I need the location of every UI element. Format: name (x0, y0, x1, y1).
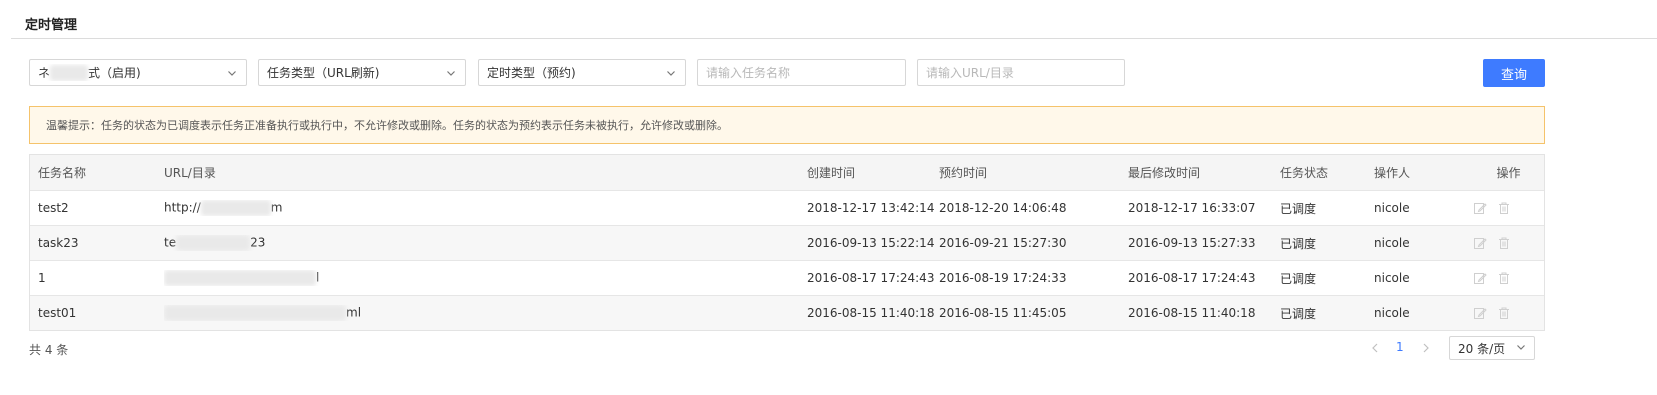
url-cell: ml (164, 305, 807, 321)
task-name-cell: 1 (38, 271, 46, 285)
chevron-left-icon[interactable] (1369, 341, 1381, 355)
table-header-row: 任务名称 URL/目录 创建时间 预约时间 最后修改时间 任务状态 操作人 操作 (30, 155, 1544, 190)
redacted-text (50, 65, 89, 82)
url-text-end: 23 (250, 235, 266, 250)
actions-cell (1473, 236, 1544, 250)
operator-cell: nicole (1374, 306, 1410, 320)
created-time-cell: 2016-09-13 15:22:14 (807, 236, 935, 250)
mode-select[interactable]: ネ 式（启用) (29, 59, 247, 86)
task-name-cell: test01 (38, 306, 77, 320)
created-time-cell: 2016-08-15 11:40:18 (807, 306, 935, 320)
redacted-text (176, 235, 251, 251)
tasks-table: 任务名称 URL/目录 创建时间 预约时间 最后修改时间 任务状态 操作人 操作… (29, 154, 1545, 331)
url-text-end: m (270, 200, 283, 215)
task-name-input[interactable] (706, 65, 897, 80)
chevron-down-icon (665, 67, 677, 79)
table-row: test2 http:// m 2018-12-17 13:42:14 2018-… (30, 190, 1544, 225)
column-header[interactable]: 预约时间 (939, 164, 1128, 181)
total-count: 共 4 条 (29, 343, 69, 357)
column-header[interactable]: 操作人 (1374, 164, 1473, 181)
page-number-current[interactable]: 1 (1396, 340, 1404, 354)
mode-select-value-right: 式（启用) (88, 65, 141, 80)
mode-select-value-left: ネ (38, 65, 51, 80)
table-row: 1 l 2016-08-17 17:24:43 2016-08-19 17:24… (30, 260, 1544, 295)
operator-cell: nicole (1374, 271, 1410, 285)
schedule-type-select[interactable]: 定时类型（预约) (478, 59, 686, 86)
notice-banner: 温馨提示：任务的状态为已调度表示任务正准备执行或执行中，不允许修改或删除。任务的… (29, 106, 1545, 144)
task-type-select[interactable]: 任务类型（URL刷新) (258, 59, 466, 86)
created-time-cell: 2016-08-17 17:24:43 (807, 271, 935, 285)
column-header[interactable]: 最后修改时间 (1128, 164, 1280, 181)
modified-time-cell: 2016-09-13 15:27:33 (1128, 236, 1256, 250)
modified-time-cell: 2016-08-17 17:24:43 (1128, 271, 1256, 285)
edit-icon[interactable] (1473, 306, 1487, 320)
page-title: 定时管理 (25, 18, 78, 33)
column-header[interactable]: URL/目录 (164, 164, 807, 181)
scheduled-time-cell: 2018-12-20 14:06:48 (939, 201, 1067, 215)
trash-icon[interactable] (1497, 236, 1511, 250)
edit-icon[interactable] (1473, 201, 1487, 215)
chevron-down-icon (226, 67, 238, 79)
table-row: test01 ml 2016-08-15 11:40:18 2016-08-15… (30, 295, 1544, 330)
query-button[interactable]: 查询 (1483, 59, 1545, 87)
status-cell: 已调度 (1280, 201, 1317, 216)
edit-icon[interactable] (1473, 271, 1487, 285)
operator-cell: nicole (1374, 201, 1410, 215)
url-text-start: te (164, 235, 177, 250)
url-field[interactable] (917, 59, 1125, 86)
mode-select-value: ネ 式（启用) (38, 64, 226, 82)
actions-cell (1473, 271, 1544, 285)
modified-time-cell: 2016-08-15 11:40:18 (1128, 306, 1256, 320)
chevron-down-icon (1516, 341, 1526, 355)
page-size-select[interactable]: 20 条/页 (1449, 336, 1535, 360)
trash-icon[interactable] (1497, 201, 1511, 215)
trash-icon[interactable] (1497, 306, 1511, 320)
chevron-right-icon[interactable] (1420, 341, 1432, 355)
url-cell: http:// m (164, 200, 807, 216)
title-divider (11, 38, 1657, 39)
chevron-down-icon (445, 67, 457, 79)
url-text-start: http:// (164, 200, 201, 215)
task-name-cell: test2 (38, 201, 69, 215)
task-name-cell: task23 (38, 236, 79, 250)
url-text-end: l (316, 270, 320, 285)
scheduled-time-cell: 2016-08-19 17:24:33 (939, 271, 1067, 285)
table-row: task23 te 23 2016-09-13 15:22:14 2016-09-… (30, 225, 1544, 260)
task-name-field[interactable] (697, 59, 906, 86)
scheduled-time-cell: 2016-09-21 15:27:30 (939, 236, 1067, 250)
task-type-select-value: 任务类型（URL刷新) (267, 66, 380, 80)
redacted-text (200, 200, 271, 216)
column-header[interactable]: 创建时间 (807, 164, 939, 181)
trash-icon[interactable] (1497, 271, 1511, 285)
url-cell: te 23 (164, 235, 807, 251)
status-cell: 已调度 (1280, 236, 1317, 251)
actions-cell (1473, 306, 1544, 320)
column-header[interactable]: 任务状态 (1280, 164, 1374, 181)
status-cell: 已调度 (1280, 306, 1317, 321)
actions-cell (1473, 201, 1544, 215)
scheduled-time-cell: 2016-08-15 11:45:05 (939, 306, 1067, 320)
edit-icon[interactable] (1473, 236, 1487, 250)
redacted-text (164, 270, 316, 286)
created-time-cell: 2018-12-17 13:42:14 (807, 201, 935, 215)
page-size-value: 20 条/页 (1458, 341, 1506, 356)
modified-time-cell: 2018-12-17 16:33:07 (1128, 201, 1256, 215)
status-cell: 已调度 (1280, 271, 1317, 286)
schedule-type-select-value: 定时类型（预约) (487, 66, 576, 80)
url-input[interactable] (926, 65, 1116, 80)
column-header[interactable]: 任务名称 (30, 164, 164, 181)
operator-cell: nicole (1374, 236, 1410, 250)
url-text-end: ml (346, 305, 362, 320)
notice-text: 温馨提示：任务的状态为已调度表示任务正准备执行或执行中，不允许修改或删除。任务的… (46, 119, 728, 132)
url-cell: l (164, 270, 807, 286)
redacted-text (164, 305, 346, 321)
column-header: 操作 (1496, 166, 1521, 180)
